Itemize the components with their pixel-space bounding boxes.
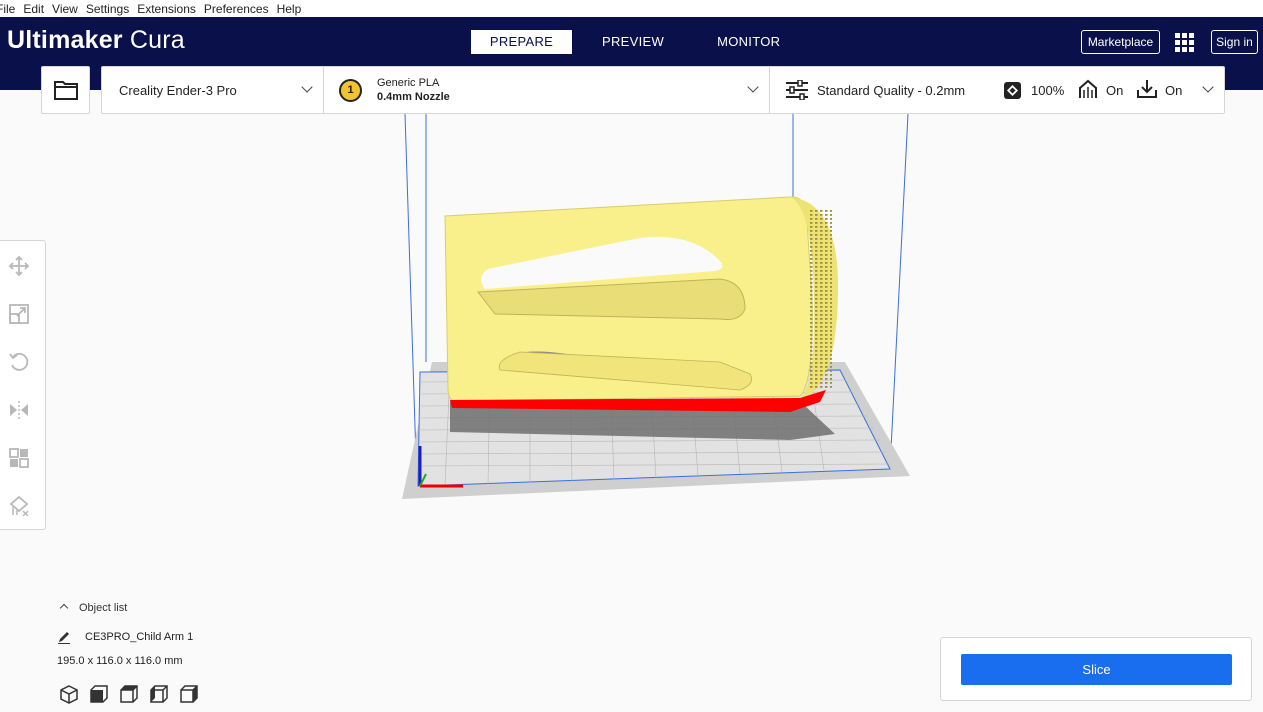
chevron-down-icon <box>301 81 313 93</box>
object-list-toggle[interactable]: Object list <box>59 602 201 614</box>
per-model-settings-icon[interactable] <box>8 447 30 469</box>
tab-prepare[interactable]: PREPARE <box>471 30 572 54</box>
menu-extensions[interactable]: Extensions <box>137 2 196 16</box>
tab-monitor[interactable]: MONITOR <box>692 30 805 54</box>
menu-help[interactable]: Help <box>277 2 302 16</box>
right-view-icon[interactable] <box>179 684 199 704</box>
folder-icon <box>53 81 78 100</box>
tab-preview[interactable]: PREVIEW <box>577 30 689 54</box>
print-settings-selector[interactable]: Standard Quality - 0.2mm 100% On On <box>770 67 1226 113</box>
build-volume-edge <box>404 114 418 490</box>
tool-panel <box>0 240 46 530</box>
move-icon[interactable] <box>8 255 30 277</box>
material-selector[interactable]: 1 Generic PLA 0.4mm Nozzle <box>324 67 770 113</box>
stage-tabs: PREPARE PREVIEW MONITOR <box>471 30 805 54</box>
adhesion-icon <box>1137 80 1157 98</box>
apps-grid-icon[interactable] <box>1175 33 1194 52</box>
slice-button[interactable]: Slice <box>961 654 1232 685</box>
infill-value: 100% <box>1031 83 1065 98</box>
menu-view[interactable]: View <box>52 2 78 16</box>
top-view-icon[interactable] <box>119 684 139 704</box>
object-dimensions: 195.0 x 116.0 x 116.0 mm <box>57 655 183 667</box>
marketplace-button[interactable]: Marketplace <box>1081 30 1160 54</box>
chevron-down-icon <box>1202 81 1214 93</box>
chevron-down-icon <box>747 81 759 93</box>
app-logo: Ultimaker Cura <box>7 26 185 54</box>
left-view-icon[interactable] <box>149 684 169 704</box>
settings-sliders-icon <box>786 80 808 100</box>
menu-settings[interactable]: Settings <box>86 2 129 16</box>
configuration-bar: Creality Ender-3 Pro 1 Generic PLA 0.4mm… <box>101 66 1225 114</box>
support-icon <box>1079 79 1097 98</box>
support-value: On <box>1106 83 1124 98</box>
mirror-icon[interactable] <box>8 399 30 421</box>
3d-view-icon[interactable] <box>59 684 79 704</box>
sign-in-button[interactable]: Sign in <box>1211 30 1258 54</box>
printer-selector[interactable]: Creality Ender-3 Pro <box>102 67 324 113</box>
build-volume-edge <box>889 114 909 470</box>
adhesion-value: On <box>1165 83 1183 98</box>
menu-preferences[interactable]: Preferences <box>204 2 269 16</box>
view-orientation-controls <box>59 684 209 704</box>
support-blocker-icon[interactable] <box>8 495 30 517</box>
scale-icon[interactable] <box>8 303 30 325</box>
menu-bar: File Edit View Settings Extensions Prefe… <box>0 0 1263 17</box>
model-vent-pattern <box>808 209 832 389</box>
slice-panel: Slice <box>940 637 1252 701</box>
3d-viewport[interactable] <box>0 114 1263 594</box>
extruder-badge: 1 <box>339 79 362 102</box>
rotate-icon[interactable] <box>8 351 30 373</box>
infill-icon <box>1004 82 1021 99</box>
menu-edit[interactable]: Edit <box>23 2 44 16</box>
menu-file[interactable]: File <box>0 2 15 16</box>
front-view-icon[interactable] <box>89 684 109 704</box>
quality-profile-label: Standard Quality - 0.2mm <box>817 83 966 98</box>
open-file-button[interactable] <box>41 66 90 114</box>
chevron-up-icon <box>59 603 69 613</box>
pencil-icon[interactable] <box>57 630 71 644</box>
